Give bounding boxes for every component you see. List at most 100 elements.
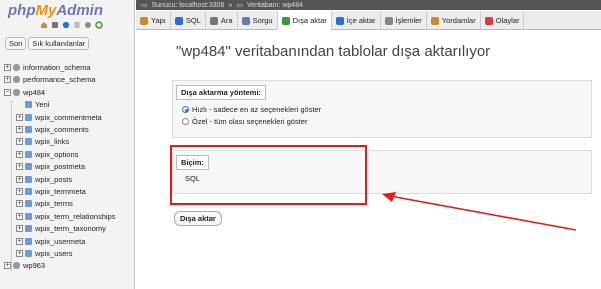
tree-item-label[interactable]: wpix_users: [35, 249, 73, 258]
help-icon[interactable]: [62, 21, 70, 29]
import-icon: [335, 16, 344, 25]
table-item[interactable]: + wpix_options: [16, 148, 78, 161]
table-item[interactable]: + wpix_comments: [16, 123, 89, 136]
phpmyadmin-logo[interactable]: phpMyAdmin: [8, 2, 128, 19]
expand-icon[interactable]: +: [16, 237, 23, 245]
tree-item-label[interactable]: performance_schema: [23, 75, 96, 84]
page-title: "wp484" veritabanından tablolar dışa akt…: [176, 43, 491, 60]
quick-icons: [40, 21, 103, 29]
expand-icon[interactable]: +: [4, 76, 11, 84]
table-item[interactable]: + wpix_term_taxonomy: [16, 222, 106, 235]
tab-bar: Yapı SQL Ara Sorgu Dışa aktar İçe aktar İşleml…: [136, 11, 601, 31]
table-item[interactable]: + wpix_users: [16, 247, 73, 260]
tree-item-label[interactable]: wpix_commentmeta: [35, 113, 102, 122]
breadcrumb-database[interactable]: Veritabanı: wp484: [247, 2, 303, 9]
tab-yordamlar[interactable]: Yordamlar: [427, 11, 481, 30]
docs-icon[interactable]: [73, 21, 81, 29]
table-icon: [25, 188, 32, 195]
tab-label: Yapı: [151, 16, 166, 25]
database-icon: [13, 262, 20, 270]
format-select[interactable]: SQL: [185, 174, 200, 183]
recent-button[interactable]: Son: [5, 37, 27, 50]
query-icon: [241, 16, 250, 25]
tree-item-label[interactable]: wpix_posts: [35, 175, 72, 184]
tree-item-label[interactable]: wpix_comments: [35, 125, 89, 134]
tab-label: Sorgu: [252, 16, 273, 25]
tree-item-label[interactable]: wpix_term_relationships: [35, 212, 115, 221]
export-submit-button[interactable]: Dışa aktar: [174, 211, 222, 226]
settings-icon[interactable]: [84, 21, 92, 29]
tree-item-label[interactable]: wpix_terms: [35, 199, 73, 208]
reload-icon[interactable]: [95, 21, 103, 29]
server-icon: ▭: [141, 2, 148, 9]
favorites-button[interactable]: Sık kullanılanlar: [28, 37, 90, 50]
breadcrumb-server[interactable]: Sunucu: localhost:3306: [152, 2, 225, 9]
quick-export-radio[interactable]: [182, 106, 189, 113]
custom-export-option[interactable]: Özel - tüm olası seçenekleri göster: [182, 117, 307, 126]
quick-export-option[interactable]: Hızlı - sadece en az seçenekleri göster: [182, 105, 321, 114]
expand-icon[interactable]: +: [16, 163, 23, 171]
annotation-arrow: [382, 192, 577, 231]
tab-olaylar[interactable]: Olaylar: [481, 11, 525, 30]
expand-icon[interactable]: +: [4, 64, 11, 71]
database-item[interactable]: + performance_schema: [4, 73, 96, 86]
tab-i-e-aktar[interactable]: İçe aktar: [332, 11, 381, 30]
tab-label: Yordamlar: [441, 16, 476, 25]
exit-icon[interactable]: [51, 21, 59, 29]
expand-icon[interactable]: +: [16, 126, 23, 133]
expand-icon[interactable]: +: [16, 113, 23, 121]
expand-icon[interactable]: +: [4, 262, 11, 270]
tree-item-label[interactable]: wpix_usermeta: [35, 237, 85, 246]
database-icon: ▭: [236, 2, 243, 9]
custom-export-radio[interactable]: [182, 118, 189, 125]
tab-sql[interactable]: SQL: [171, 11, 206, 30]
export-icon: [281, 16, 290, 25]
tab-label: Olaylar: [495, 16, 520, 25]
expand-icon[interactable]: +: [16, 138, 23, 146]
tab-d-a-aktar[interactable]: Dışa aktar: [277, 11, 332, 31]
collapse-icon[interactable]: −: [4, 88, 11, 96]
table-icon: [25, 225, 32, 233]
table-item[interactable]: +Yeni: [16, 98, 49, 111]
table-item[interactable]: + wpix_posts: [16, 173, 72, 186]
tab-sorgu[interactable]: Sorgu: [238, 11, 278, 30]
table-item[interactable]: + wpix_termmeta: [16, 185, 86, 198]
tree-item-label[interactable]: Yeni: [35, 100, 49, 109]
tree-item-label[interactable]: wp484: [23, 88, 45, 97]
quick-export-label[interactable]: Hızlı - sadece en az seçenekleri göster: [192, 105, 321, 114]
tree-item-label[interactable]: wpix_options: [35, 150, 78, 159]
table-item[interactable]: + wpix_postmeta: [16, 160, 85, 173]
tab-label: Dışa aktar: [292, 16, 327, 25]
database-item[interactable]: − wp484: [4, 86, 45, 99]
tree-item-label[interactable]: wpix_postmeta: [35, 162, 85, 171]
table-icon: [25, 175, 32, 183]
table-item[interactable]: + wpix_usermeta: [16, 235, 85, 248]
table-item[interactable]: + wpix_term_relationships: [16, 210, 115, 223]
expand-icon[interactable]: +: [16, 188, 23, 195]
tree-item-label[interactable]: wpix_termmeta: [35, 187, 86, 196]
database-icon: [13, 76, 20, 84]
database-item[interactable]: + information_schema: [4, 61, 91, 74]
expand-icon[interactable]: +: [16, 212, 23, 220]
home-icon[interactable]: [40, 21, 48, 29]
table-item[interactable]: + wpix_links: [16, 135, 69, 148]
expand-icon[interactable]: +: [16, 250, 23, 257]
expand-icon[interactable]: +: [16, 175, 23, 183]
routines-icon: [430, 16, 439, 25]
tree-item-label[interactable]: wp963: [23, 261, 45, 270]
table-item[interactable]: + wpix_terms: [16, 197, 73, 210]
tree-item-label[interactable]: wpix_term_taxonomy: [35, 224, 106, 233]
custom-export-label[interactable]: Özel - tüm olası seçenekleri göster: [192, 117, 307, 126]
tree-item-label[interactable]: information_schema: [23, 63, 91, 72]
table-item[interactable]: + wpix_commentmeta: [16, 111, 102, 124]
tab-ara[interactable]: Ara: [206, 11, 238, 30]
tab-yap-[interactable]: Yapı: [136, 11, 171, 30]
tab-i-lemler[interactable]: İşlemler: [381, 11, 427, 30]
table-icon: [25, 237, 32, 245]
tree-item-label[interactable]: wpix_links: [35, 137, 69, 146]
expand-icon[interactable]: +: [16, 200, 23, 208]
sql-icon: [174, 16, 183, 25]
expand-icon[interactable]: +: [16, 150, 23, 158]
expand-icon[interactable]: +: [16, 225, 23, 233]
database-item[interactable]: + wp963: [4, 259, 45, 272]
